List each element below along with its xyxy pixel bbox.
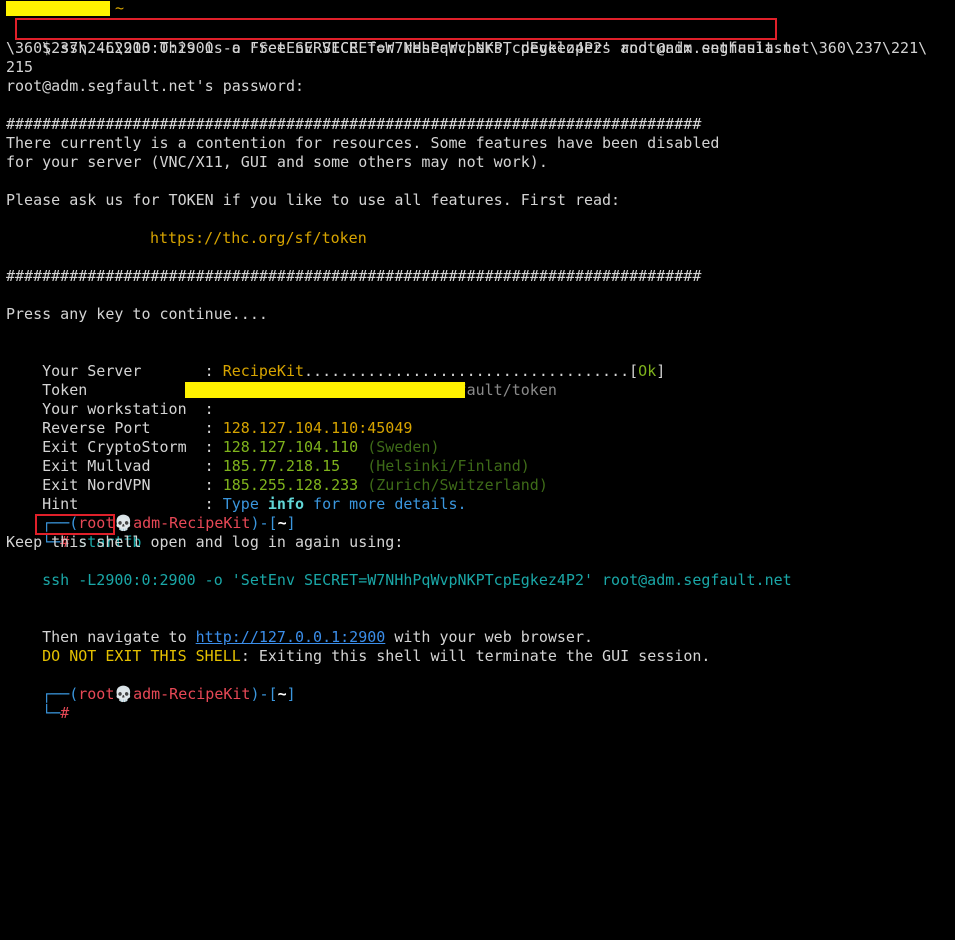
server-ok-status: Ok (638, 362, 657, 380)
prompt-2-bottom[interactable]: └─# (6, 685, 69, 722)
ok-bracket-open: [ (629, 362, 639, 380)
info-server-row: Your Server : RecipeKit.................… (6, 343, 665, 380)
ok-bracket-close: ] (656, 362, 666, 380)
prompt-host: adm-RecipeKit (133, 514, 251, 532)
hash-divider-bottom: ########################################… (6, 267, 702, 285)
info-nordvpn-row: Exit NordVPN : 185.255.128.233 (Zurich/S… (6, 457, 548, 494)
warning-bold: DO NOT EXIT THIS SHELL (42, 647, 241, 665)
prompt-hash: # (60, 704, 70, 722)
prompt-dash: -[ (259, 514, 278, 532)
prompt-paren-close: ) (250, 514, 260, 532)
info-token-row: Token : No See https://thc.org/segfault/… (6, 362, 557, 399)
ssh-again-command[interactable]: ssh -L2900:0:2900 -o 'SetEnv SECRET=W7NH… (6, 571, 792, 590)
prompt-bracket-close: ] (286, 685, 296, 703)
notice-line-1: There currently is a contention for reso… (6, 134, 720, 152)
notice-line-2: for your server (VNC/X11, GUI and some o… (6, 153, 548, 171)
banner-line-1: \360\237\246\213 This is a Free SERVICE … (6, 39, 928, 57)
info-hint-row: Hint : Type info for more details. (6, 476, 466, 513)
prompt-paren-open: ( (69, 685, 79, 703)
terminal-window[interactable]: ~ $ ssh -L2900:0:2900 -o 'SetEnv SECRET=… (0, 0, 955, 940)
token-url[interactable]: https://thc.org/sf/token (150, 229, 367, 248)
password-prompt: root@adm.segfault.net's password: (6, 77, 305, 95)
prompt-bracket-close: ] (286, 514, 296, 532)
startfb-highlight (35, 514, 115, 535)
press-any-key: Press any key to continue.... (6, 305, 268, 323)
prompt-user: root (78, 685, 115, 703)
redacted-hostname (6, 1, 110, 16)
prompt-corner-bottom: └─ (42, 704, 61, 722)
keep-shell-open: Keep this shell open and log in again us… (6, 533, 404, 551)
info-reverse-port-row: Reverse Port : 128.127.104.110:45049 (6, 400, 412, 437)
navigate-line: Then navigate to http://127.0.0.1:2900 w… (6, 609, 593, 646)
prompt-host: adm-RecipeKit (133, 685, 251, 703)
skull-icon: 💀 (114, 685, 134, 703)
banner-line-2: 215 (6, 58, 34, 76)
top-path-tilde: ~ (115, 0, 125, 17)
ssh-command-highlight (15, 18, 777, 40)
prompt-dir: ~ (277, 685, 287, 703)
prompt-paren-close: ) (250, 685, 260, 703)
prompt-2-top: ┌──(root💀adm-RecipeKit)-[~] (6, 666, 296, 703)
warning-line: DO NOT EXIT THIS SHELL: Exiting this she… (6, 628, 710, 665)
notice-line-3: Please ask us for TOKEN if you like to u… (6, 191, 621, 209)
redacted-workstation (185, 382, 465, 398)
hint-rest: for more details. (304, 495, 467, 513)
warning-rest: : Exiting this shell will terminate the … (240, 647, 711, 665)
hash-divider-top: ########################################… (6, 115, 702, 133)
prompt-dash: -[ (259, 685, 278, 703)
prompt-1-top: ┌──(root💀adm-RecipeKit)-[~] (6, 495, 296, 532)
info-cryptostorm-row: Exit CryptoStorm : 128.127.104.110 (Swed… (6, 419, 439, 456)
info-mullvad-row: Exit Mullvad : 185.77.218.15 (Helsinki/F… (6, 438, 530, 475)
prompt-dir: ~ (277, 514, 287, 532)
